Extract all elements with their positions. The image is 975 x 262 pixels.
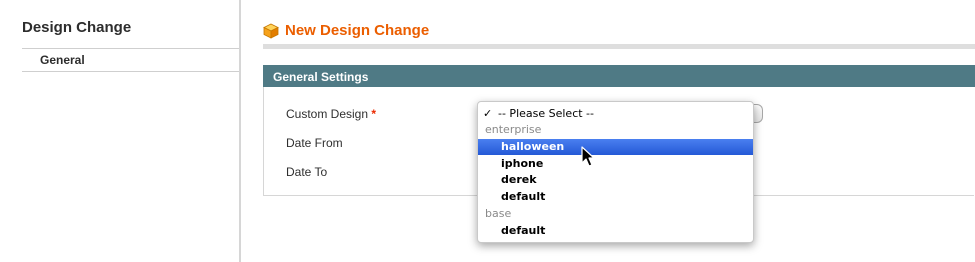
fieldset-legend-label: General Settings [273, 70, 369, 84]
cube-icon [263, 23, 279, 39]
dropdown-option-please-select[interactable]: ✓ -- Please Select -- [478, 106, 753, 122]
custom-design-dropdown: ✓ -- Please Select -- enterprise hallowe… [477, 101, 754, 243]
checkmark-icon: ✓ [483, 107, 493, 120]
option-label: derek [501, 173, 537, 186]
page-title: New Design Change [285, 22, 430, 39]
dropdown-option-iphone[interactable]: iphone [478, 156, 753, 172]
sidebar-tab-general[interactable]: General [22, 48, 239, 72]
option-label: default [501, 190, 546, 203]
dropdown-option-derek[interactable]: derek [478, 172, 753, 188]
sidebar-tab-label: General [40, 53, 85, 67]
group-label: enterprise [485, 123, 542, 136]
option-label: iphone [501, 157, 544, 170]
dropdown-group-enterprise: enterprise [478, 122, 753, 138]
mouse-pointer-icon [581, 146, 595, 167]
sidebar: Design Change General [0, 0, 241, 262]
dropdown-option-default-base[interactable]: default [478, 223, 753, 239]
group-label: base [485, 207, 512, 220]
header-divider [263, 44, 975, 49]
custom-design-label-text: Custom Design [286, 107, 369, 121]
sidebar-title: Design Change [22, 19, 132, 36]
option-label: -- Please Select -- [498, 107, 594, 120]
dropdown-group-base: base [478, 206, 753, 222]
dropdown-option-halloween[interactable]: halloween [478, 139, 753, 155]
date-to-label: Date To [286, 165, 328, 179]
dropdown-option-default-enterprise[interactable]: default [478, 189, 753, 205]
fieldset-legend: General Settings [263, 65, 975, 87]
date-from-label: Date From [286, 136, 343, 150]
custom-design-label: Custom Design * [286, 107, 376, 121]
required-mark: * [371, 107, 377, 121]
option-label: halloween [501, 140, 565, 153]
option-label: default [501, 224, 546, 237]
